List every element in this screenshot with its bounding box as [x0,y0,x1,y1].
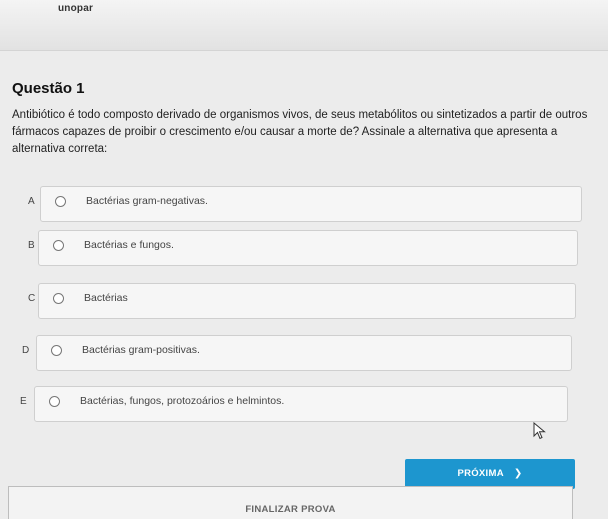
next-button[interactable]: PRÓXIMA ❯ [405,459,575,489]
option-text: Bactérias gram-positivas. [82,344,200,356]
option-a[interactable]: A Bactérias gram-negativas. [20,186,582,222]
finish-button-label: FINALIZAR PROVA [245,504,336,515]
option-text: Bactérias e fungos. [84,239,174,251]
next-button-label: PRÓXIMA [457,468,504,479]
option-box[interactable]: Bactérias gram-positivas. [36,335,572,371]
radio-button[interactable] [55,196,66,207]
brand-logo: unopar [58,3,94,14]
option-text: Bactérias [84,292,128,304]
option-letter: B [28,240,35,251]
option-text: Bactérias gram-negativas. [86,195,208,207]
mouse-cursor-icon [533,422,546,440]
question-text: Antibiótico é todo composto derivado de … [12,109,588,155]
option-letter: A [28,196,35,207]
option-box[interactable]: Bactérias [38,283,576,319]
top-bar: unopar [0,0,608,51]
option-box[interactable]: Bactérias e fungos. [38,230,578,266]
radio-button[interactable] [51,345,62,356]
option-box[interactable]: Bactérias, fungos, protozoários e helmin… [34,386,568,422]
option-letter: C [28,293,36,304]
radio-button[interactable] [53,293,64,304]
option-box[interactable]: Bactérias gram-negativas. [40,186,582,222]
option-b[interactable]: B Bactérias e fungos. [18,230,580,266]
option-c[interactable]: C Bactérias [16,283,578,319]
option-e[interactable]: E Bactérias, fungos, protozoários e helm… [12,386,574,422]
radio-button[interactable] [49,396,60,407]
question-title: Questão 1 [12,80,85,97]
chevron-right-icon: ❯ [513,468,523,479]
option-d[interactable]: D Bactérias gram-positivas. [14,335,576,371]
radio-button[interactable] [53,240,64,251]
option-letter: D [22,345,30,356]
option-text: Bactérias, fungos, protozoários e helmin… [80,395,285,407]
option-letter: E [20,396,27,407]
finish-exam-button[interactable]: FINALIZAR PROVA [8,486,573,519]
